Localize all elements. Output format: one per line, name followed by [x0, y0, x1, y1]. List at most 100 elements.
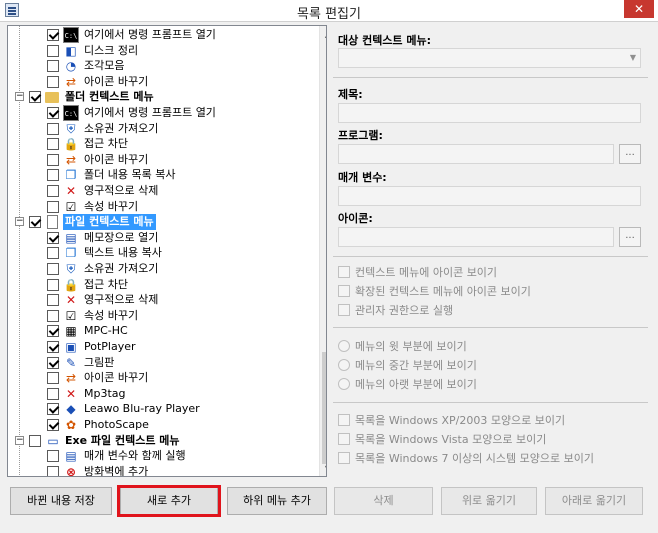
item-checkbox[interactable]: [47, 138, 59, 150]
lock-icon: 🔒: [63, 278, 79, 292]
save-changes-button[interactable]: 바뀐 내용 저장: [10, 487, 112, 515]
notepad-icon: ▤: [65, 231, 77, 245]
title-label: 제목:: [338, 88, 363, 101]
collapse-toggle-icon[interactable]: −: [15, 92, 24, 101]
mp3tag-icon: ✕: [65, 387, 77, 401]
item-checkbox[interactable]: [47, 325, 59, 337]
item-checkbox[interactable]: [47, 185, 59, 197]
style-vista-label: 목록을 Windows Vista 모양으로 보이기: [355, 433, 547, 446]
defrag-icon: ◔: [65, 59, 77, 73]
add-submenu-button[interactable]: 하위 메뉴 추가: [227, 487, 327, 515]
item-checkbox[interactable]: [47, 388, 59, 400]
tree-scrollbar[interactable]: ▲ ▼: [319, 26, 326, 476]
icon-browse-button[interactable]: ...: [619, 227, 641, 247]
tree-item-label: 폴더 내용 목록 복사: [84, 168, 176, 181]
checkbox-box: [338, 266, 350, 278]
properties-panel: 대상 컨텍스트 메뉴: ▼ 제목: 프로그램: ... 매개 변수: 아이콘: …: [333, 25, 648, 477]
tree-item-label: 메모장으로 열기: [84, 231, 159, 244]
icon-label: 아이콘:: [338, 212, 373, 225]
show-icon-extended-label: 확장된 컨텍스트 메뉴에 아이콘 보이기: [355, 285, 531, 298]
menu-tree[interactable]: C:\ 여기에서 명령 프롬프트 열기 ◧ 디스크 정리 ◔ 조각모음 ⇄ 아이콘 바꾸기 − 폴…: [7, 25, 327, 477]
tree-item-label: 조각모음: [84, 59, 125, 72]
item-checkbox[interactable]: [47, 201, 59, 213]
item-checkbox[interactable]: [47, 466, 59, 476]
tree-item-label: 속성 바꾸기: [84, 200, 139, 213]
radio-circle: [338, 378, 350, 390]
collapse-toggle-icon[interactable]: −: [15, 436, 24, 445]
item-checkbox[interactable]: [47, 419, 59, 431]
item-checkbox[interactable]: [29, 91, 41, 103]
tree-item-label: 여기에서 명령 프롬프트 열기: [84, 106, 216, 119]
radio-circle: [338, 359, 350, 371]
tree-item-label: PhotoScape: [84, 418, 149, 431]
potplayer-icon: ▣: [65, 340, 77, 354]
tree-item-label: Exe 파일 컨텍스트 메뉴: [65, 434, 180, 447]
show-icon-label: 컨텍스트 메뉴에 아이콘 보이기: [355, 266, 498, 279]
target-menu-label: 대상 컨텍스트 메뉴:: [338, 34, 432, 47]
params-input[interactable]: [338, 186, 641, 206]
exe-window-icon: ▭: [47, 434, 59, 448]
move-up-button[interactable]: 위로 옮기기: [441, 487, 537, 515]
target-menu-select[interactable]: ▼: [338, 48, 641, 68]
params-label: 매개 변수:: [338, 171, 387, 184]
change-icon-icon: ⇄: [65, 153, 77, 167]
title-input[interactable]: [338, 103, 641, 123]
paint-icon: ✎: [65, 356, 77, 370]
delete-icon: ✕: [65, 293, 77, 307]
highlight-frame: [117, 485, 221, 517]
item-checkbox[interactable]: [47, 450, 59, 462]
tree-item-label: 여기에서 명령 프롬프트 열기: [84, 28, 216, 41]
item-checkbox[interactable]: [47, 107, 59, 119]
item-checkbox[interactable]: [47, 372, 59, 384]
close-button[interactable]: ✕: [624, 0, 654, 18]
item-checkbox[interactable]: [47, 45, 59, 57]
item-checkbox[interactable]: [29, 435, 41, 447]
divider: [333, 77, 648, 78]
program-input[interactable]: [338, 144, 614, 164]
item-checkbox[interactable]: [47, 169, 59, 181]
item-checkbox[interactable]: [47, 60, 59, 72]
shield-icon: ⛨: [66, 262, 76, 276]
tree-item-label: 매개 변수와 함께 실행: [84, 449, 186, 462]
icon-input[interactable]: [338, 227, 614, 247]
tree-item-label: 폴더 컨텍스트 메뉴: [65, 90, 154, 103]
item-checkbox[interactable]: [47, 294, 59, 306]
checkbox-box: [338, 414, 350, 426]
item-checkbox[interactable]: [47, 341, 59, 353]
lock-icon: 🔒: [63, 137, 79, 151]
item-checkbox[interactable]: [47, 76, 59, 88]
folder-icon: [45, 92, 59, 103]
scroll-thumb[interactable]: [322, 352, 326, 464]
shield-icon: ⛨: [66, 122, 76, 136]
photoscape-icon: ✿: [65, 418, 77, 432]
item-checkbox[interactable]: [29, 216, 41, 228]
item-checkbox[interactable]: [47, 29, 59, 41]
tree-item-label: 텍스트 내용 복사: [84, 246, 162, 259]
copy-text-icon: ❐: [65, 246, 77, 260]
scroll-up-icon[interactable]: ▲: [320, 26, 326, 43]
item-checkbox[interactable]: [47, 263, 59, 275]
item-checkbox[interactable]: [47, 123, 59, 135]
item-checkbox[interactable]: [47, 403, 59, 415]
item-checkbox[interactable]: [47, 154, 59, 166]
size-grip-icon[interactable]: [646, 521, 656, 531]
item-checkbox[interactable]: [47, 232, 59, 244]
program-browse-button[interactable]: ...: [619, 144, 641, 164]
item-checkbox[interactable]: [47, 310, 59, 322]
tree-item-label: 속성 바꾸기: [84, 309, 139, 322]
item-checkbox[interactable]: [47, 357, 59, 369]
position-top-label: 메뉴의 윗 부분에 보이기: [355, 340, 467, 353]
item-checkbox[interactable]: [47, 247, 59, 259]
radio-circle: [338, 340, 350, 352]
style-win7-label: 목록을 Windows 7 이상의 시스템 모양으로 보이기: [355, 452, 594, 465]
scroll-down-icon[interactable]: ▼: [320, 460, 326, 476]
divider: [333, 256, 648, 257]
leawo-icon: ◆: [66, 402, 76, 416]
collapse-toggle-icon[interactable]: −: [15, 217, 24, 226]
delete-button[interactable]: 삭제: [334, 487, 433, 515]
position-middle-label: 메뉴의 중간 부분에 보이기: [355, 359, 477, 372]
tree-item-label: 디스크 정리: [84, 44, 139, 57]
move-down-button[interactable]: 아래로 옮기기: [545, 487, 643, 515]
item-checkbox[interactable]: [47, 279, 59, 291]
tree-item-label: 영구적으로 삭제: [84, 293, 159, 306]
